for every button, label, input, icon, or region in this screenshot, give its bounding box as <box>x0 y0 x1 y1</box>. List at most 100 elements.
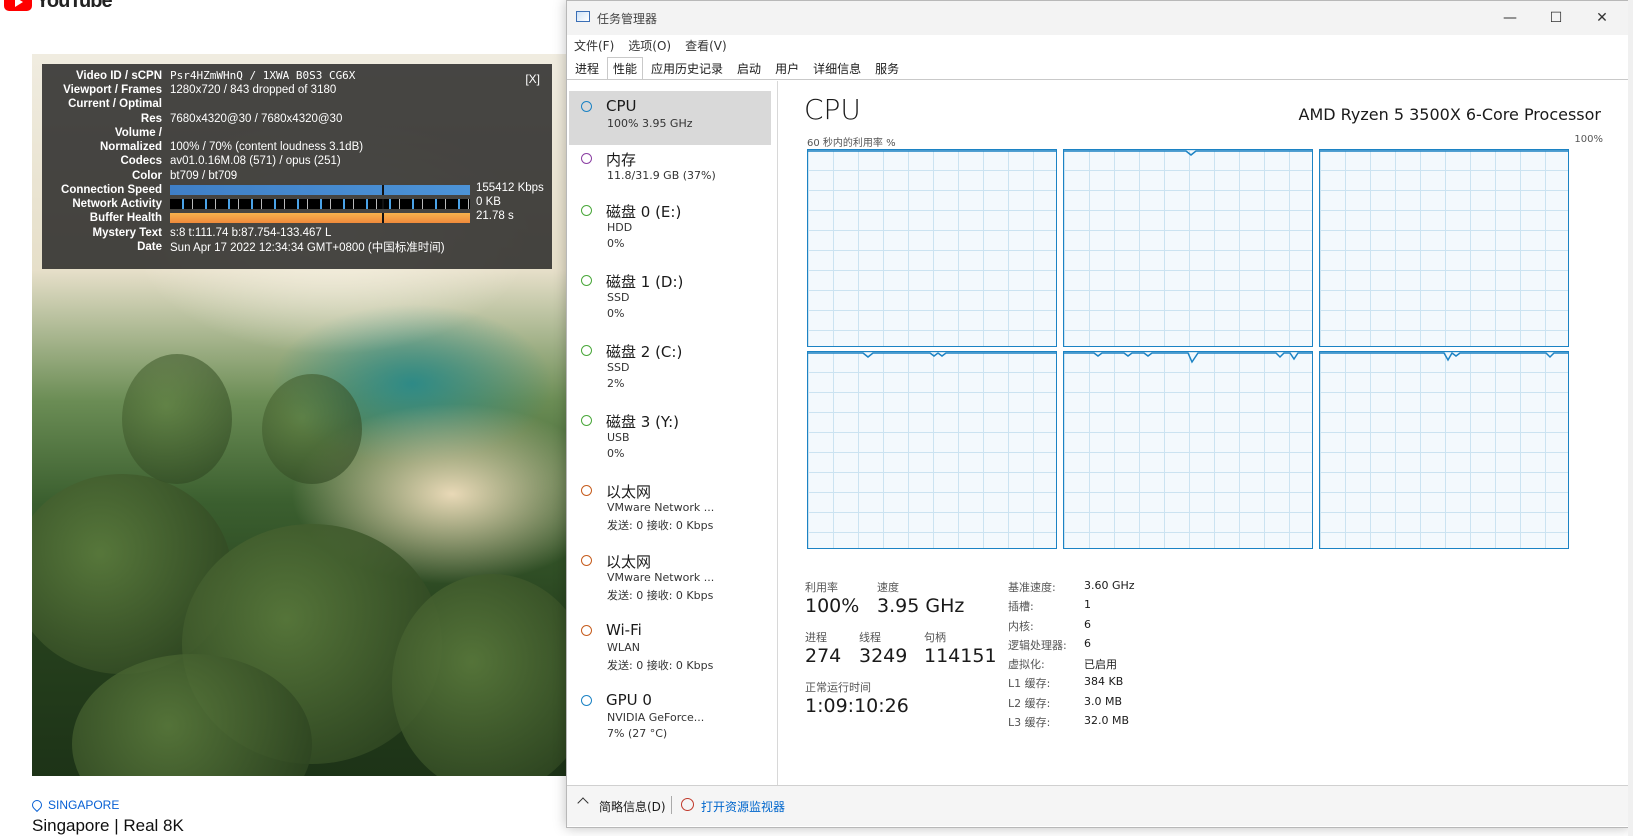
sidebar-item-detail: WLAN <box>607 641 641 654</box>
stats-value: 100% / 70% (content loudness 3.1dB) <box>170 140 364 153</box>
status-circle-icon <box>581 205 592 216</box>
menu-file[interactable]: 文件(F) <box>567 35 621 57</box>
sidebar-item-ethernet-2[interactable]: 以太网 VMware Network ... 发送: 0 接收: 0 Kbps <box>569 545 771 609</box>
sidebar-item-name: 磁盘 0 (E:) <box>606 203 682 221</box>
sidebar-item-value: 0% <box>607 447 625 460</box>
stats-label: Current / Optimal <box>68 97 162 110</box>
location-text: SINGAPORE <box>48 798 120 812</box>
cpu-core-graph-5[interactable] <box>1319 351 1569 549</box>
youtube-logo[interactable]: YouTube <box>4 0 113 13</box>
menu-view[interactable]: 查看(V) <box>678 35 734 57</box>
close-button[interactable]: ✕ <box>1583 6 1621 30</box>
sidebar-item-disk-2[interactable]: 磁盘 2 (C:) SSD 2% <box>569 335 771 399</box>
sidebar-item-disk-0[interactable]: 磁盘 0 (E:) HDD 0% <box>569 195 771 259</box>
video-title: Singapore | Real 8K <box>32 816 184 835</box>
spec-value: 3.0 MB <box>1084 695 1123 708</box>
sidebar-item-detail: 11.8/31.9 GB (37%) <box>607 169 716 182</box>
status-circle-icon <box>581 555 592 566</box>
spec-label: L1 缓存: <box>1008 677 1051 690</box>
sidebar-item-detail: NVIDIA GeForce... <box>607 711 705 724</box>
youtube-play-icon <box>4 0 32 11</box>
spec-label: 内核: <box>1008 620 1034 633</box>
tab-details[interactable]: 详细信息 <box>807 57 867 79</box>
spec-label: 虚拟化: <box>1008 658 1045 671</box>
open-resource-monitor-link[interactable]: 打开资源监视器 <box>701 798 785 815</box>
tab-performance[interactable]: 性能 <box>607 57 644 79</box>
cpu-core-graph-1[interactable] <box>1063 149 1313 347</box>
stats-label: Codecs <box>120 154 162 167</box>
cpu-core-graph-4[interactable] <box>1063 351 1313 549</box>
performance-sidebar: CPU 100% 3.95 GHz 内存 11.8/31.9 GB (37%) … <box>567 81 778 785</box>
graph-axis-label: 60 秒内的利用率 % <box>807 138 896 149</box>
sidebar-item-detail: USB <box>607 431 630 444</box>
stats-label: Volume / <box>114 126 162 139</box>
window-title: 任务管理器 <box>597 12 658 26</box>
speed-value: 3.95 GHz <box>877 595 965 617</box>
menu-bar: 文件(F) 选项(O) 查看(V) <box>567 35 734 57</box>
sidebar-item-name: Wi-Fi <box>606 621 642 639</box>
stats-value: Psr4HZmWHnQ / 1XWA B0S3 CG6X <box>170 69 356 82</box>
cpu-model-name: AMD Ryzen 5 3500X 6-Core Processor <box>1298 105 1602 124</box>
stats-label: Normalized <box>100 140 162 153</box>
status-circle-icon <box>581 485 592 496</box>
sidebar-item-ethernet-1[interactable]: 以太网 VMware Network ... 发送: 0 接收: 0 Kbps <box>569 475 771 539</box>
connection-speed-bar <box>170 185 470 195</box>
sidebar-item-detail: SSD <box>607 291 630 304</box>
threads-value: 3249 <box>859 645 908 667</box>
maximize-button[interactable]: ☐ <box>1537 6 1575 30</box>
status-circle-icon <box>581 415 592 426</box>
task-manager-app-icon <box>576 11 590 22</box>
stats-label: Viewport / Frames <box>63 83 162 96</box>
cpu-core-graph-2[interactable] <box>1319 149 1569 347</box>
cpu-core-graph-0[interactable] <box>807 149 1057 347</box>
stats-value: 7680x4320@30 / 7680x4320@30 <box>170 112 343 125</box>
background-window-edge <box>1628 0 1633 836</box>
sidebar-item-disk-3[interactable]: 磁盘 3 (Y:) USB 0% <box>569 405 771 469</box>
sidebar-item-value: 发送: 0 接收: 0 Kbps <box>607 589 714 602</box>
sidebar-item-name: CPU <box>606 97 637 115</box>
tab-processes[interactable]: 进程 <box>569 57 605 79</box>
spec-label: 逻辑处理器: <box>1008 639 1067 652</box>
stats-value: 155412 Kbps <box>476 182 544 194</box>
stats-value: 21.78 s <box>476 210 514 222</box>
sidebar-item-name: 磁盘 2 (C:) <box>606 343 683 361</box>
menu-options[interactable]: 选项(O) <box>621 35 678 57</box>
handles-value: 114151 <box>924 645 997 667</box>
speed-label: 速度 <box>877 581 899 594</box>
stats-close-button[interactable]: [X] <box>525 72 540 86</box>
spec-value: 6 <box>1084 618 1091 631</box>
tab-startup[interactable]: 启动 <box>731 57 767 79</box>
fewer-details-button[interactable]: 简略信息(D) <box>599 798 666 815</box>
video-location-link[interactable]: SINGAPORE <box>29 797 120 813</box>
sidebar-item-value: 0% <box>607 307 625 320</box>
tab-users[interactable]: 用户 <box>769 57 805 79</box>
minimize-button[interactable]: — <box>1491 6 1529 30</box>
stats-label: Date <box>137 240 162 253</box>
sidebar-item-name: 磁盘 1 (D:) <box>606 273 684 291</box>
sidebar-item-detail: SSD <box>607 361 630 374</box>
sidebar-item-memory[interactable]: 内存 11.8/31.9 GB (37%) <box>569 143 771 197</box>
stats-value: bt709 / bt709 <box>170 169 238 182</box>
buffer-health-bar <box>170 213 470 223</box>
tab-services[interactable]: 服务 <box>869 57 905 79</box>
sidebar-item-detail: VMware Network ... <box>607 501 715 514</box>
chevron-up-icon[interactable] <box>577 797 589 809</box>
title-bar[interactable]: 任务管理器 — ☐ ✕ <box>567 1 1629 35</box>
stats-value: 1280x720 / 843 dropped of 3180 <box>170 83 337 96</box>
cpu-core-graph-3[interactable] <box>807 351 1057 549</box>
stats-label: Res <box>140 112 162 125</box>
sidebar-item-wifi[interactable]: Wi-Fi WLAN 发送: 0 接收: 0 Kbps <box>569 615 771 679</box>
page-title: CPU <box>804 93 861 126</box>
uptime-value: 1:09:10:26 <box>805 695 909 717</box>
spec-value: 384 KB <box>1084 675 1124 688</box>
sidebar-item-name: 以太网 <box>606 553 652 571</box>
spec-value: 已启用 <box>1084 658 1117 671</box>
utilization-label: 利用率 <box>805 581 838 594</box>
stats-label: Color <box>131 169 162 182</box>
sidebar-item-disk-1[interactable]: 磁盘 1 (D:) SSD 0% <box>569 265 771 329</box>
sidebar-item-value: 7% (27 °C) <box>607 727 668 740</box>
sidebar-item-name: 磁盘 3 (Y:) <box>606 413 680 431</box>
sidebar-item-gpu-0[interactable]: GPU 0 NVIDIA GeForce... 7% (27 °C) <box>569 685 771 749</box>
tab-app-history[interactable]: 应用历史记录 <box>645 57 729 79</box>
sidebar-item-cpu[interactable]: CPU 100% 3.95 GHz <box>569 91 771 145</box>
